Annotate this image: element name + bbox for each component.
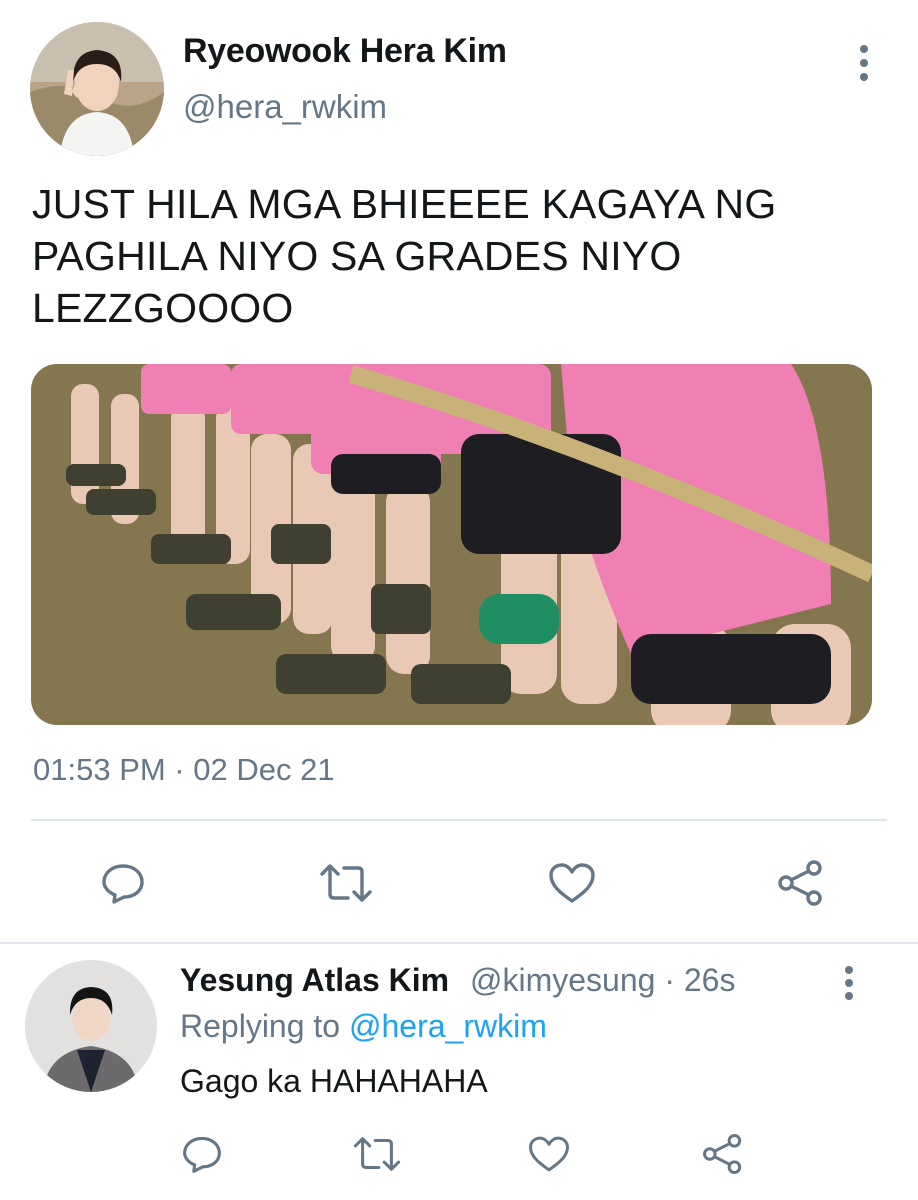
thread-divider (0, 942, 918, 944)
reply-share-icon[interactable] (700, 1132, 746, 1176)
reply-like-icon[interactable] (526, 1132, 572, 1176)
tweet-media-image[interactable] (31, 364, 872, 725)
divider (31, 819, 887, 821)
reply-author-name[interactable]: Yesung Atlas Kim (180, 962, 449, 999)
share-icon[interactable] (775, 858, 827, 908)
replying-to-link[interactable]: @hera_rwkim (349, 1008, 547, 1044)
tweet-timestamp[interactable]: 01:53 PM · 02 Dec 21 (33, 752, 335, 788)
replying-to-line: Replying to @hera_rwkim (180, 1008, 547, 1045)
reply-author-handle[interactable]: @kimyesung · 26s (470, 962, 735, 999)
author-name[interactable]: Ryeowook Hera Kim (183, 32, 507, 71)
tweet-text: JUST HILA MGA BHIEEEE KAGAYA NG PAGHILA … (32, 181, 777, 331)
reply-text: Gago ka HAHAHAHA (180, 1063, 488, 1099)
retweet-icon[interactable] (316, 858, 376, 908)
reply-more-options-icon[interactable] (843, 966, 855, 1000)
reply-reply-icon[interactable] (180, 1132, 224, 1176)
like-icon[interactable] (546, 858, 598, 908)
reply-icon[interactable] (98, 858, 148, 908)
author-handle[interactable]: @hera_rwkim (183, 88, 387, 126)
replying-to-label: Replying to (180, 1008, 349, 1044)
author-avatar[interactable] (30, 22, 164, 156)
more-options-icon[interactable] (858, 45, 870, 81)
reply-retweet-icon[interactable] (350, 1132, 404, 1176)
reply-author-avatar[interactable] (25, 960, 157, 1092)
